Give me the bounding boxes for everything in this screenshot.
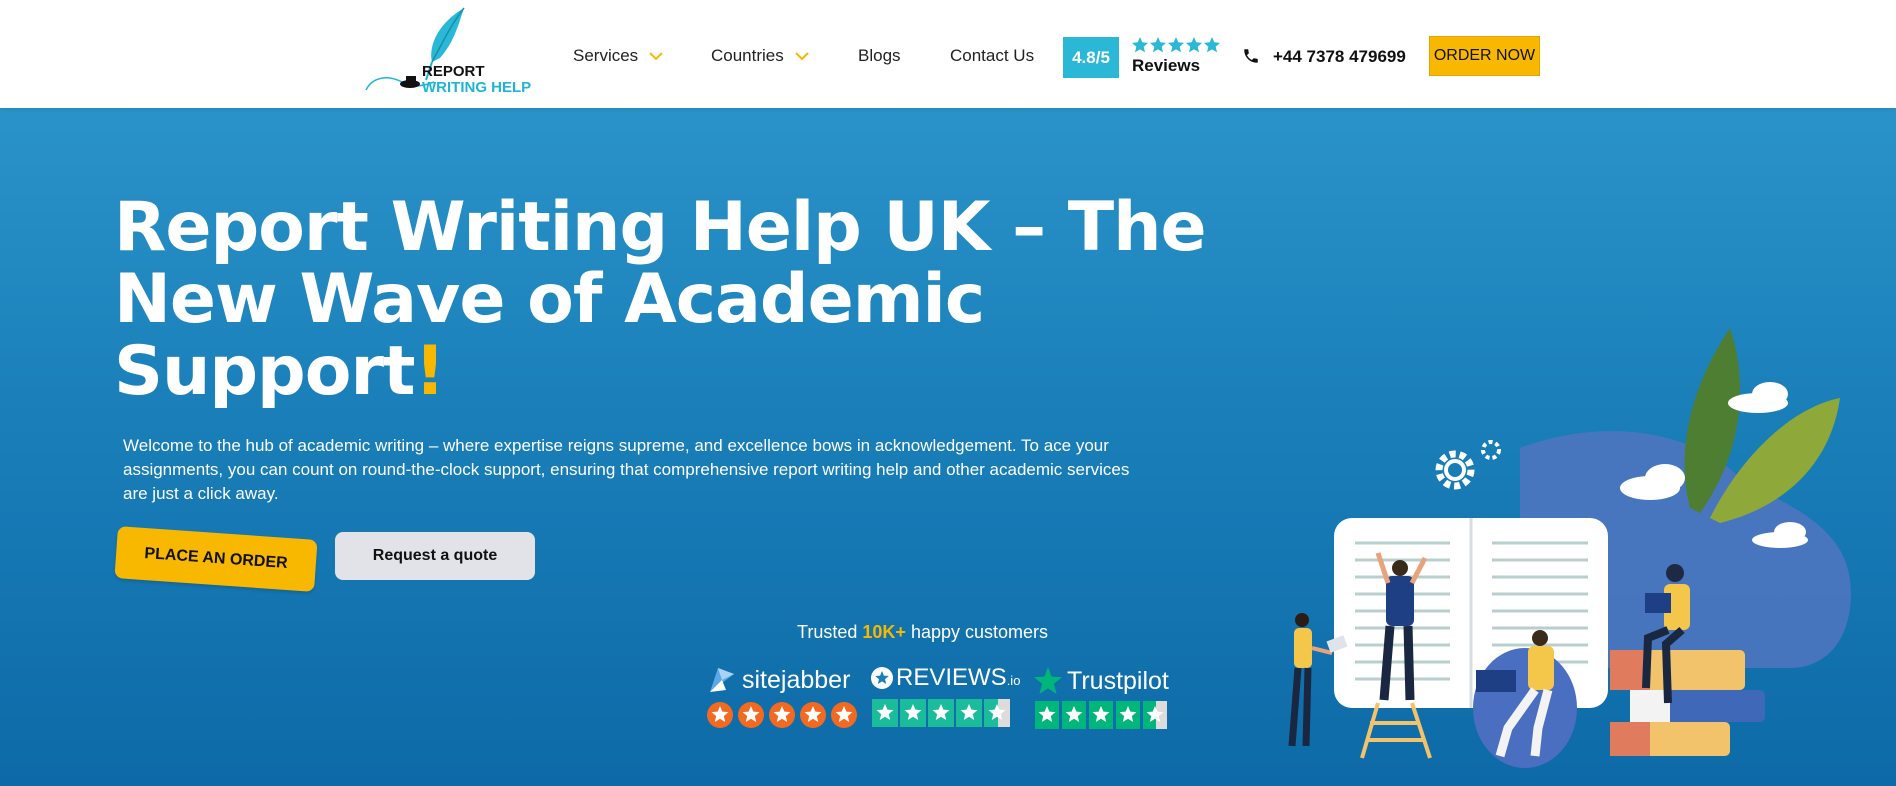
star-icon bbox=[1150, 37, 1166, 53]
logo[interactable]: REPORT WRITING HELP bbox=[362, 4, 532, 96]
rating-stars bbox=[1132, 37, 1220, 53]
reviews-io-name-main: REVIEWS bbox=[896, 664, 1007, 691]
nav-services-label: Services bbox=[573, 46, 639, 65]
reviews-io-logo-icon bbox=[871, 667, 893, 689]
book-stack bbox=[1610, 650, 1765, 756]
star-icon bbox=[1132, 37, 1148, 53]
nav-services[interactable]: Services bbox=[573, 46, 663, 66]
nav-countries[interactable]: Countries bbox=[711, 46, 809, 66]
trustpilot-stars bbox=[1035, 701, 1167, 729]
ladder bbox=[1360, 702, 1432, 759]
trusted-suffix: happy customers bbox=[910, 622, 1049, 642]
reviews-io-name: REVIEWS.io bbox=[896, 664, 1020, 692]
sitejabber-stars bbox=[707, 702, 857, 728]
star-icon bbox=[1168, 37, 1184, 53]
hero-title-text: Report Writing Help UK – The New Wave of… bbox=[114, 188, 1207, 411]
trusted-count: 10K+ bbox=[862, 622, 906, 642]
nav-countries-label: Countries bbox=[711, 46, 784, 65]
reviews-io-name-suffix: .io bbox=[1006, 673, 1021, 688]
reviews-io-badge[interactable]: REVIEWS.io bbox=[870, 664, 1020, 732]
sitejabber-name: sitejabber bbox=[742, 665, 851, 694]
trustpilot-name: Trustpilot bbox=[1067, 666, 1169, 695]
trustpilot-badge[interactable]: Trustpilot bbox=[1033, 666, 1173, 734]
phone-icon bbox=[1244, 49, 1258, 63]
hero-description: Welcome to the hub of academic writing –… bbox=[123, 436, 1130, 503]
hero-illustration bbox=[1288, 328, 1851, 768]
site-header: REPORT WRITING HELP Services Countries B… bbox=[0, 0, 1896, 108]
star-icon bbox=[1186, 37, 1202, 53]
logo-text-line2: WRITING HELP bbox=[422, 79, 532, 96]
trustpilot-logo-icon bbox=[1034, 667, 1062, 694]
nav-blogs-label: Blogs bbox=[858, 46, 901, 65]
gear-icon bbox=[1435, 450, 1475, 490]
request-quote-button[interactable]: Request a quote bbox=[335, 532, 535, 580]
nav-blogs[interactable]: Blogs bbox=[858, 46, 901, 66]
chevron-down-icon bbox=[794, 52, 809, 61]
nav-contact-label: Contact Us bbox=[950, 46, 1035, 65]
sitejabber-logo-icon bbox=[710, 668, 734, 692]
order-now-button[interactable]: ORDER NOW bbox=[1429, 36, 1540, 76]
reviews-io-stars bbox=[872, 699, 1010, 727]
chevron-down-icon bbox=[649, 52, 663, 61]
sitejabber-badge[interactable]: sitejabber bbox=[706, 664, 858, 734]
hero-title-exclaim: ! bbox=[414, 332, 446, 411]
star-icon bbox=[1204, 37, 1220, 53]
phone-number[interactable]: +44 7378 479699 bbox=[1273, 47, 1406, 67]
nav-contact-us[interactable]: Contact Us bbox=[950, 46, 1034, 66]
gear-icon bbox=[1481, 440, 1501, 460]
trusted-prefix: Trusted bbox=[797, 622, 858, 642]
place-order-button[interactable]: PLACE AN ORDER bbox=[114, 526, 318, 592]
trusted-customers: Trusted 10K+ happy customers bbox=[797, 622, 1048, 643]
hero-section: Report Writing Help UK – The New Wave of… bbox=[0, 108, 1896, 786]
rating-score: 4.8/5 bbox=[1063, 37, 1119, 78]
rating-label: Reviews bbox=[1132, 56, 1201, 75]
logo-text-line1: REPORT bbox=[422, 63, 485, 80]
hero-title: Report Writing Help UK – The New Wave of… bbox=[114, 192, 1214, 408]
